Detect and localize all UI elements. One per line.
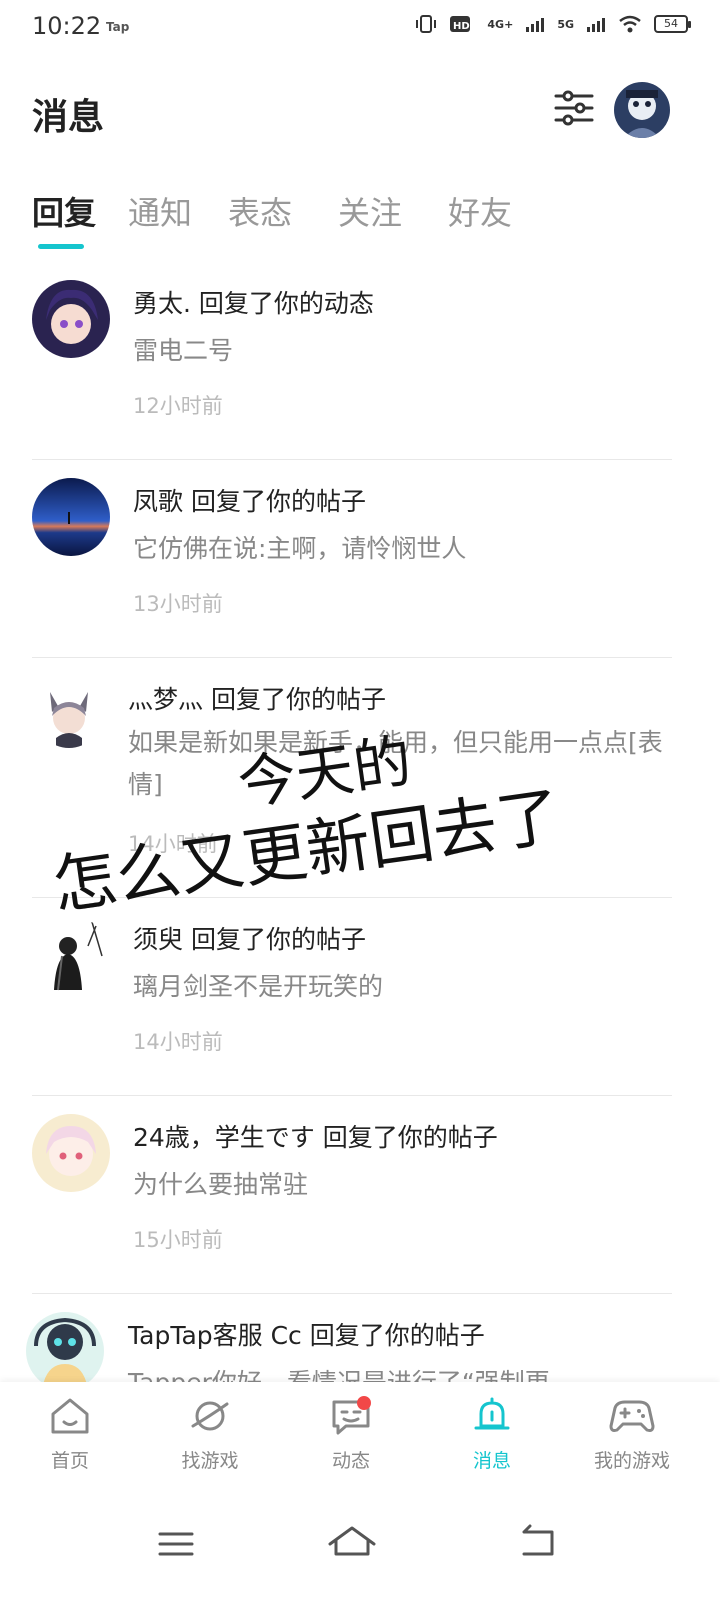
avatar[interactable] [36,682,102,748]
hd-icon: HD [450,16,471,32]
message-title: 24歳，学生です 回复了你的帖子 [133,1123,498,1152]
home-button[interactable] [322,1512,382,1572]
avatar-image [32,916,110,994]
nav-label: 动态 [331,1450,370,1472]
avatar-image [32,478,110,556]
signal-icon-2 [587,18,605,32]
message-title: 须臾 回复了你的帖子 [133,925,366,954]
status-app-badge: Tap [106,20,130,34]
back-icon [522,1524,554,1556]
message-time: 15小时前 [133,1228,223,1252]
status-icons: HD 4G+ 5G 54 [415,14,691,34]
active-tab-indicator [38,244,84,249]
nav-home[interactable]: 首页 [10,1396,130,1486]
avatar[interactable] [26,1312,104,1382]
message-time: 14小时前 [133,1030,223,1054]
nav-label: 我的游戏 [593,1450,670,1472]
nav-label: 消息 [472,1450,511,1472]
tab-replies[interactable]: 回复 [32,188,96,234]
menu-button[interactable] [146,1512,206,1572]
nav-messages[interactable]: 消息 [432,1396,552,1486]
svg-text:HD: HD [453,21,470,32]
message-preview: 为什么要抽常驻 [133,1170,309,1199]
avatar-image [36,682,102,748]
user-avatar[interactable] [614,82,670,138]
nav-my-games[interactable]: 我的游戏 [572,1396,692,1486]
bottom-nav: 首页 找游戏 动态 消息 我的游戏 [0,1382,720,1492]
home-icon [51,1398,89,1434]
avatar[interactable] [32,478,110,556]
avatar[interactable] [32,916,110,994]
avatar[interactable] [32,280,110,358]
filter-button[interactable] [552,86,596,130]
gamepad-icon [609,1400,655,1432]
list-item[interactable]: 勇太. 回复了你的动态 雷电二号 12小时前 [0,262,720,460]
notification-badge [357,1396,371,1410]
list-item[interactable]: 灬梦灬 回复了你的帖子 如果是新如果是新手，能用，但只能用一点点[表情] 14小… [0,658,720,898]
avatar-image [32,280,110,358]
back-button[interactable] [506,1512,566,1572]
wifi-icon [619,15,641,33]
list-item[interactable]: 24歳，学生です 回复了你的帖子 为什么要抽常驻 15小时前 [0,1096,720,1294]
page-title: 消息 [32,97,105,138]
status-time: 10:22 [32,12,102,40]
list-item[interactable]: 须臾 回复了你的帖子 璃月剑圣不是开玩笑的 14小时前 [0,898,720,1096]
message-preview: Tapper你好，看情况是进行了“强制更 [128,1362,668,1382]
avatar[interactable] [32,1114,110,1192]
tab-friends[interactable]: 好友 [448,188,512,234]
tab-bar: 回复 通知 表态 关注 好友 [0,182,720,252]
nav-discover[interactable]: 找游戏 [150,1396,270,1486]
avatar-image [614,82,670,138]
message-time: 13小时前 [133,592,223,616]
vibrate-icon [416,15,437,33]
message-preview: 璃月剑圣不是开玩笑的 [133,972,384,1001]
message-title: 灬梦灬 回复了你的帖子 [128,685,386,714]
list-item[interactable]: 凤歌 回复了你的帖子 它仿佛在说:主啊，请怜悯世人 13小时前 [0,460,720,658]
planet-icon [191,1401,229,1431]
message-preview: 雷电二号 [133,336,234,365]
bell-icon [474,1397,510,1430]
avatar-image [26,1312,104,1382]
message-title: 勇太. 回复了你的动态 [133,289,374,318]
network-4g: 4G+ [487,17,514,31]
message-time: 14小时前 [128,832,218,856]
message-time: 12小时前 [133,394,223,418]
message-preview: 它仿佛在说:主啊，请怜悯世人 [133,534,467,563]
list-item[interactable]: TapTap客服 Cc 回复了你的帖子 Tapper你好，看情况是进行了“强制更 [0,1294,720,1382]
nav-label: 找游戏 [181,1450,239,1472]
nav-feed[interactable]: 动态 [291,1396,411,1486]
signal-icon [526,18,545,32]
message-title: 凤歌 回复了你的帖子 [133,487,366,516]
tab-notifications[interactable]: 通知 [128,188,192,234]
network-5g: 5G [557,17,574,31]
sliders-icon [554,90,594,126]
message-title: TapTap客服 Cc 回复了你的帖子 [128,1321,485,1350]
status-bar: 10:22 Tap HD 4G+ 5G 54 [0,0,720,56]
message-list: 勇太. 回复了你的动态 雷电二号 12小时前 凤歌 回复了你的帖子 它仿佛在说:… [0,262,720,1382]
tab-follows[interactable]: 关注 [338,188,402,234]
battery-icon: 54 [654,15,691,33]
home-outline-icon [328,1526,376,1556]
avatar-image [32,1114,110,1192]
nav-label: 首页 [50,1450,89,1472]
system-nav-bar [0,1492,720,1605]
message-preview: 如果是新如果是新手，能用，但只能用一点点[表情] [128,728,663,799]
tab-reactions[interactable]: 表态 [228,188,292,234]
menu-icon [158,1532,194,1556]
header: 消息 [0,70,720,150]
